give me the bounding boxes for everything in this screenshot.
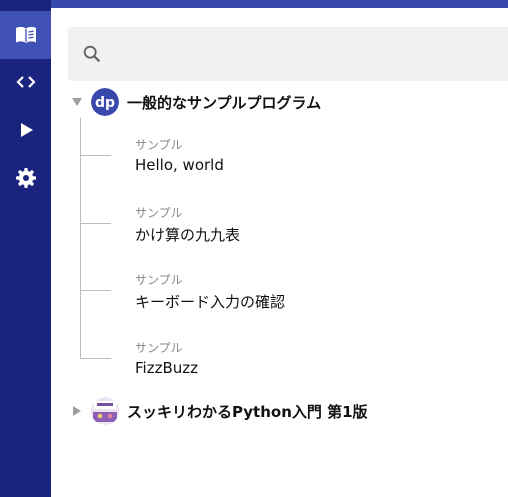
tree-book-general-samples[interactable]: dp 一般的なサンプルプログラム [71,84,321,120]
item-name: FizzBuzz [135,359,198,377]
item-name: かけ算の九九表 [135,226,241,244]
tree-item-keyboard-input[interactable]: サンプル キーボード入力の確認 [80,254,500,311]
search-icon [81,43,103,69]
item-category: サンプル [135,273,183,287]
tree-branch-line [80,358,111,359]
tree-book-sukkiri-python[interactable]: スッキリわかるPython入門 第1版 [71,393,368,429]
tree-branch-line [80,155,111,156]
caret-down-icon[interactable] [71,98,83,106]
top-bar [0,0,508,8]
gear-icon [14,166,38,190]
tree-item-fizzbuzz[interactable]: サンプル FizzBuzz [80,322,500,377]
book-title: スッキリわかるPython入門 第1版 [127,402,368,421]
tree-item-multiplication-table[interactable]: サンプル かけ算の九九表 [80,187,500,244]
nav-item-run[interactable] [0,106,51,154]
search-bar [68,27,508,83]
item-category: サンプル [135,206,183,220]
book-cover-thumbnail [91,397,119,425]
book-logo-text: dp [95,95,115,111]
tree-branch-line [80,223,111,224]
caret-right-icon[interactable] [71,406,83,416]
tree-item-hello-world[interactable]: サンプル Hello, world [80,119,500,174]
code-icon [14,70,38,94]
nav-item-settings[interactable] [0,154,51,202]
book-icon [14,23,38,47]
item-name: Hello, world [135,156,224,174]
item-category: サンプル [135,138,183,152]
book-logo-dp: dp [91,88,119,116]
nav-item-books[interactable] [0,11,51,59]
tree-branch-line [80,290,111,291]
nav-item-code[interactable] [0,58,51,106]
book-title: 一般的なサンプルプログラム [127,93,322,112]
item-category: サンプル [135,341,183,355]
play-icon [14,118,38,142]
search-input[interactable] [118,27,508,83]
main-panel: dp 一般的なサンプルプログラム サンプル Hello, world サンプル … [51,8,508,497]
sidebar [0,0,51,497]
item-name: キーボード入力の確認 [135,293,286,311]
